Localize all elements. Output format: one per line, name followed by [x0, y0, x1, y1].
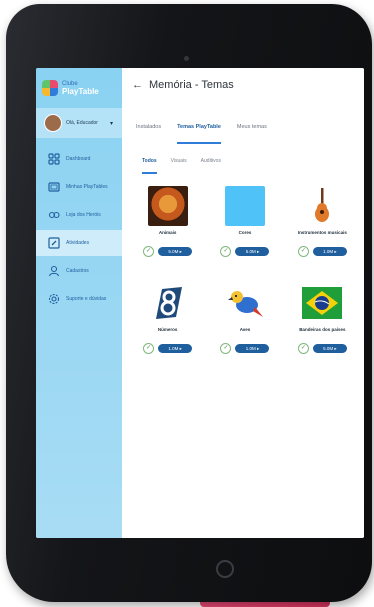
person-icon — [48, 265, 60, 277]
home-button[interactable] — [216, 560, 234, 578]
color-thumbnail — [224, 186, 265, 226]
sidebar-item-minhas-playtables[interactable]: Minhas PlayTables — [36, 174, 122, 200]
tab-meus-temas[interactable]: Meus temas — [237, 124, 267, 144]
sidebar-item-label: Cadastros — [66, 268, 89, 274]
check-icon[interactable]: ✓ — [143, 343, 155, 354]
download-button[interactable]: 5.0M ▸ — [312, 344, 347, 353]
avatar — [44, 114, 62, 132]
camera-icon — [184, 56, 189, 61]
page-header: ← Memória - Temas — [122, 68, 364, 102]
user-name: Olá, Educador — [66, 120, 98, 126]
logo-big-text: PlayTable — [62, 87, 99, 96]
sidebar-item-dashboard[interactable]: Dashboard — [36, 146, 122, 172]
check-icon[interactable]: ✓ — [220, 343, 232, 354]
download-button[interactable]: 5.0M ▸ — [235, 247, 270, 256]
sidebar-item-label: Suporte e dúvidas — [66, 296, 107, 302]
filter-auditivos[interactable]: Auditivos — [201, 158, 221, 174]
number-eight-icon — [148, 283, 188, 323]
theme-card-bandeiras[interactable]: Bandeiras dos países ✓ 5.0M ▸ — [287, 283, 358, 354]
guitar-icon — [302, 186, 342, 226]
sidebar-item-cadastros[interactable]: Cadastros — [36, 258, 122, 284]
check-icon[interactable]: ✓ — [220, 246, 232, 257]
gear-icon — [48, 293, 60, 305]
check-icon[interactable]: ✓ — [297, 343, 309, 354]
card-label: Cores — [238, 230, 252, 235]
filter-tabs: Todos Visuais Auditivos — [122, 158, 364, 174]
tablet-screen: Clube PlayTable Olá, Educador ▾ Dashboar… — [36, 68, 364, 538]
dashboard-icon — [48, 153, 60, 165]
sidebar-item-atividades[interactable]: Atividades — [36, 230, 122, 256]
card-label: Animais — [158, 230, 177, 235]
page-title: Memória - Temas — [149, 79, 234, 91]
app-logo[interactable]: Clube PlayTable — [42, 76, 99, 100]
tab-temas-playtable[interactable]: Temas PlayTable — [177, 124, 221, 144]
parrot-icon — [225, 283, 265, 323]
check-icon[interactable]: ✓ — [143, 246, 155, 257]
sidebar-item-label: Atividades — [66, 240, 90, 246]
sidebar: Clube PlayTable Olá, Educador ▾ Dashboar… — [36, 68, 122, 538]
themes-grid: Animais ✓ 5.0M ▸ Cores ✓ 5.0M ▸ Instrume… — [132, 186, 358, 354]
main-content: ← Memória - Temas Instalados Temas PlayT… — [122, 68, 364, 538]
filter-todos[interactable]: Todos — [142, 158, 157, 174]
sidebar-item-label: Loja dos Heróis — [66, 212, 101, 218]
card-label: Números — [157, 327, 178, 332]
tab-bar: Instalados Temas PlayTable Meus temas — [122, 124, 364, 144]
theme-card-instrumentos[interactable]: Instrumentos musicais ✓ 1.0M ▸ — [287, 186, 358, 257]
theme-card-aves[interactable]: Aves ✓ 1.0M ▸ — [209, 283, 280, 354]
check-icon[interactable]: ✓ — [297, 246, 309, 257]
download-button[interactable]: 1.0M ▸ — [235, 344, 270, 353]
brazil-flag-icon — [302, 283, 343, 323]
animal-thumbnail — [147, 186, 188, 226]
card-label: Bandeiras dos países — [299, 327, 346, 332]
sidebar-item-label: Dashboard — [66, 156, 91, 162]
theme-card-cores[interactable]: Cores ✓ 5.0M ▸ — [209, 186, 280, 257]
logo-mark-icon — [42, 80, 58, 96]
sidebar-item-suporte[interactable]: Suporte e dúvidas — [36, 286, 122, 312]
tablet-device: Clube PlayTable Olá, Educador ▾ Dashboar… — [6, 4, 372, 602]
user-menu[interactable]: Olá, Educador ▾ — [36, 108, 122, 138]
filter-visuais[interactable]: Visuais — [171, 158, 187, 174]
card-label: Aves — [239, 327, 251, 332]
download-button[interactable]: 5.0M ▸ — [158, 247, 193, 256]
theme-card-animais[interactable]: Animais ✓ 5.0M ▸ — [132, 186, 203, 257]
edit-icon — [48, 237, 60, 249]
card-label: Instrumentos musicais — [297, 230, 347, 235]
store-icon — [48, 209, 60, 221]
download-button[interactable]: 1.0M ▸ — [312, 247, 347, 256]
chevron-down-icon: ▾ — [110, 120, 114, 127]
tablet-icon — [48, 181, 60, 193]
download-button[interactable]: 1.0M ▸ — [158, 344, 193, 353]
sidebar-item-label: Minhas PlayTables — [66, 184, 108, 190]
back-arrow-icon[interactable]: ← — [132, 79, 143, 91]
tab-instalados[interactable]: Instalados — [136, 124, 161, 144]
sidebar-item-loja[interactable]: Loja dos Heróis — [36, 202, 122, 228]
theme-card-numeros[interactable]: Números ✓ 1.0M ▸ — [132, 283, 203, 354]
